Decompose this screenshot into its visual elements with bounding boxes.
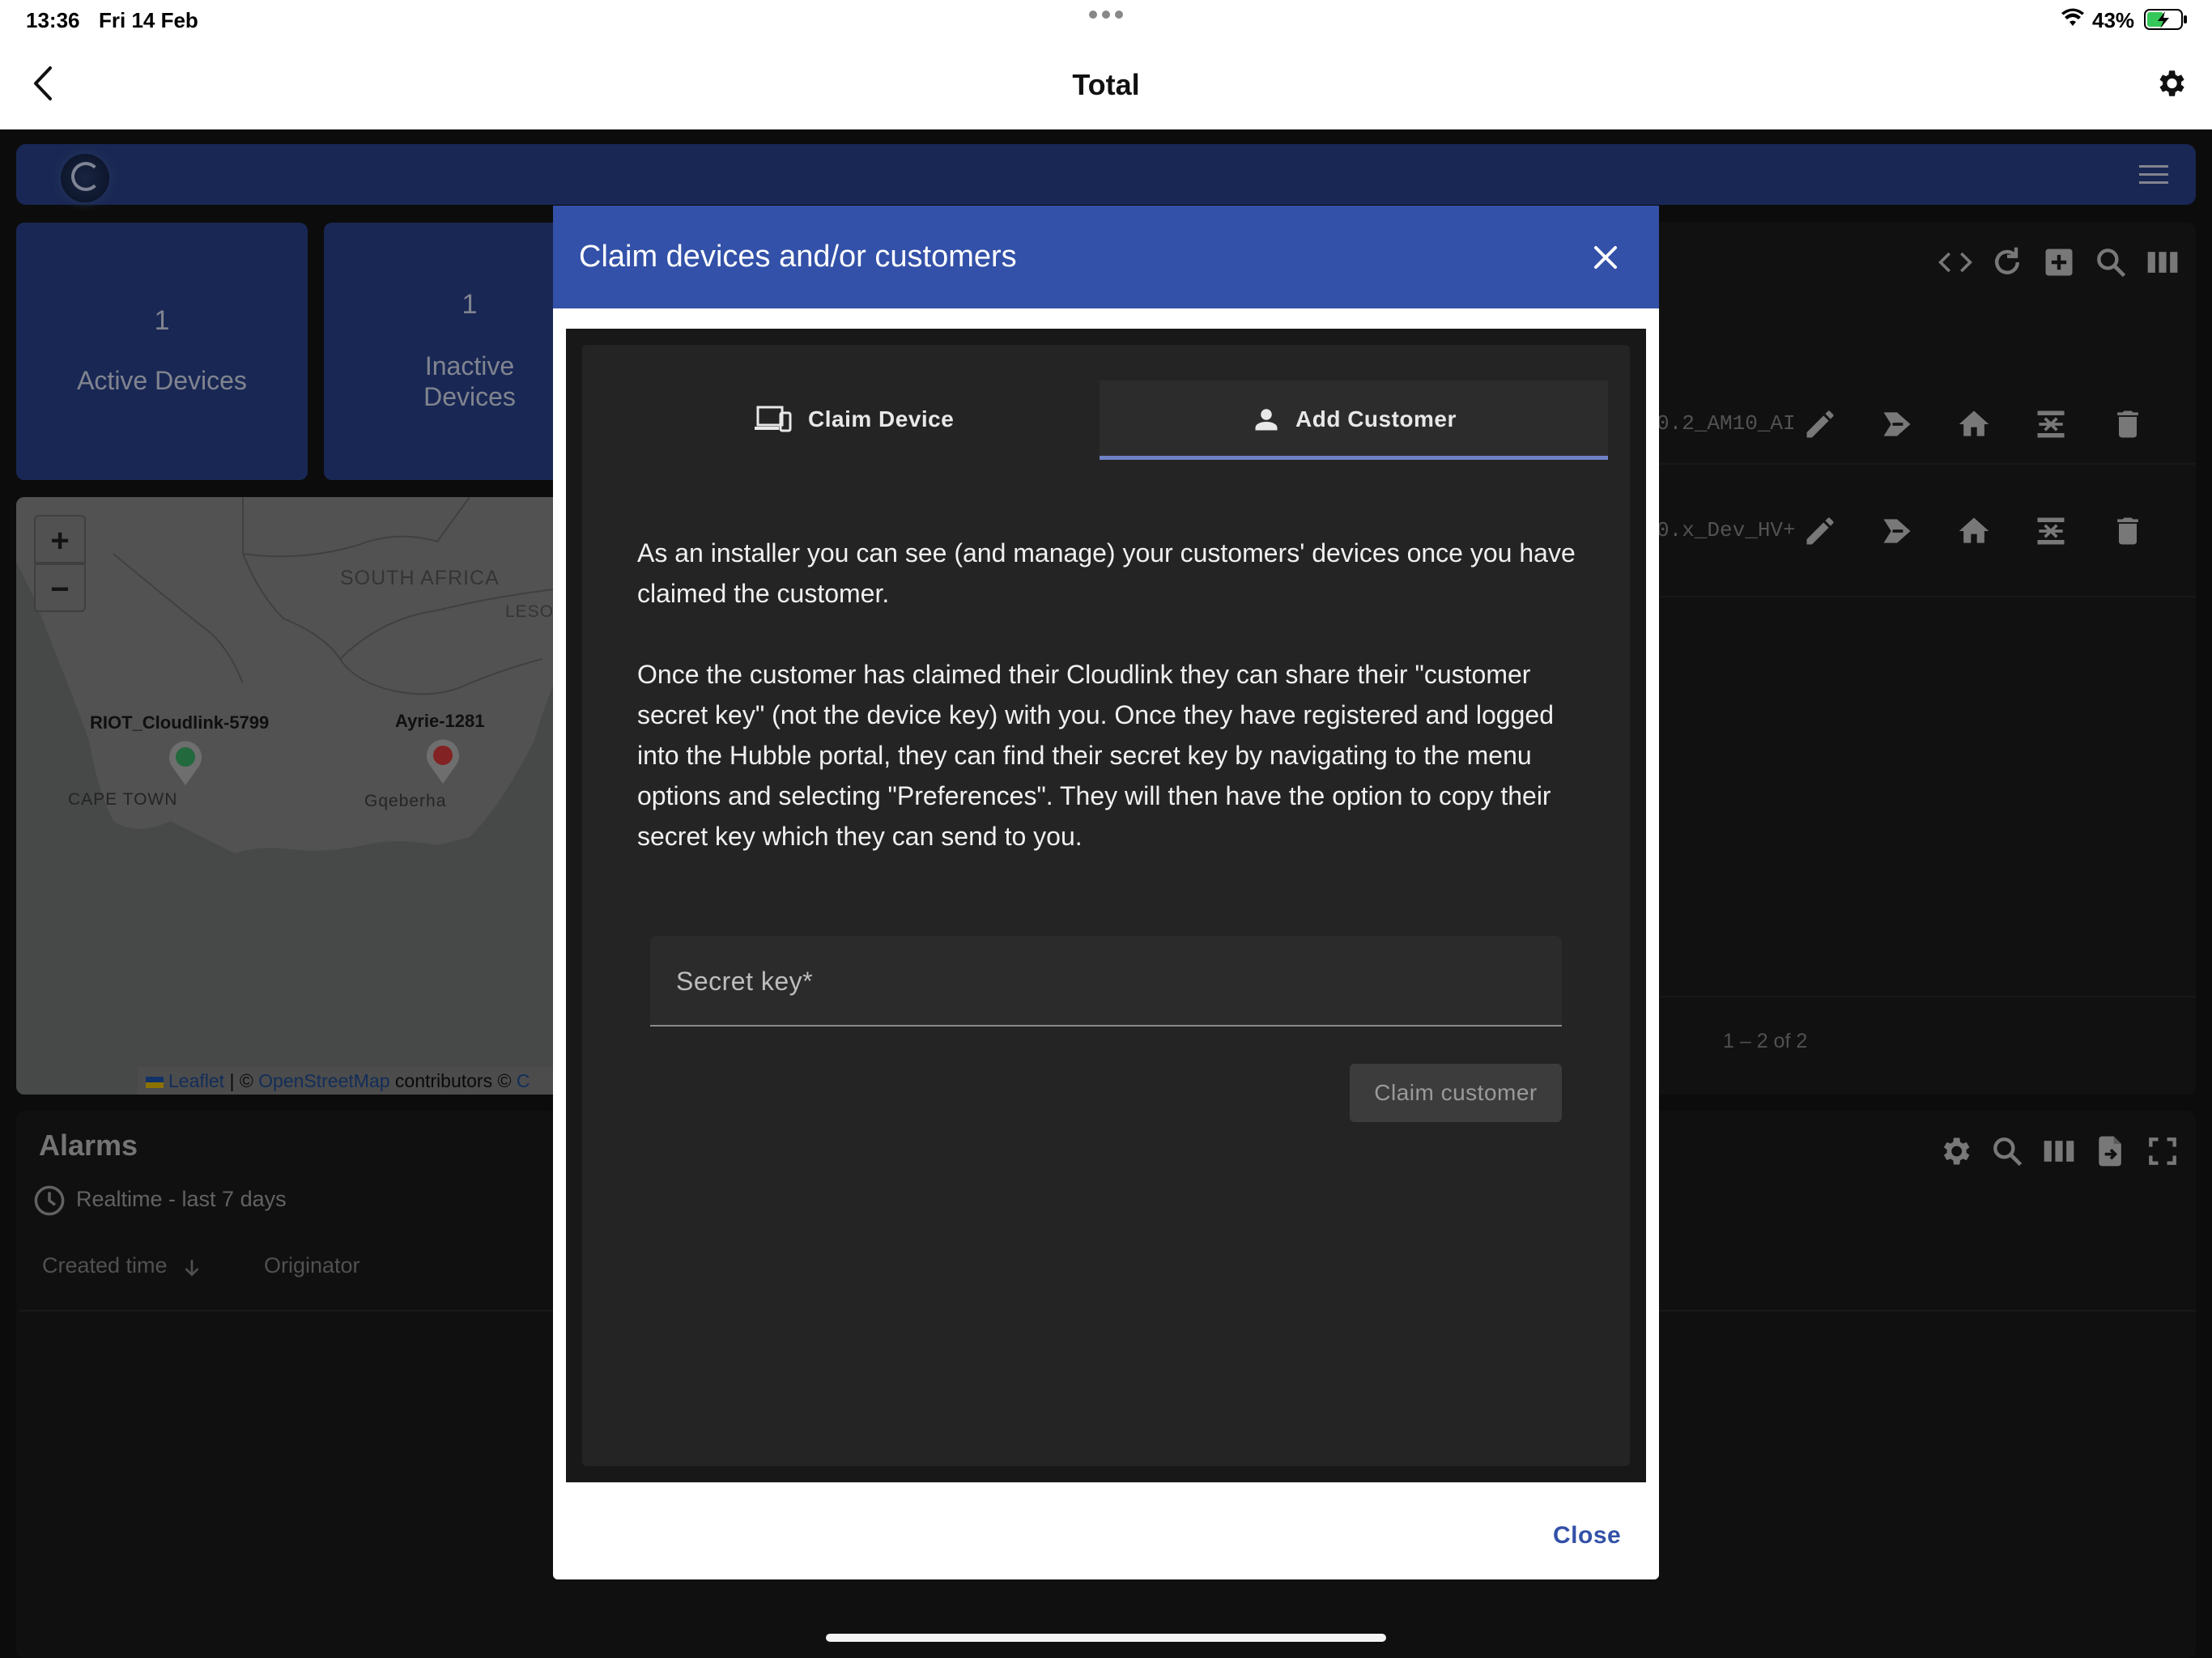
secret-key-label-text: Secret key [676, 967, 803, 996]
status-bar: 13:36 Fri 14 Feb 43% [0, 0, 2212, 39]
status-date: Fri 14 Feb [99, 8, 198, 32]
app-screen: 13:36 Fri 14 Feb 43% Total 1 Active Devi… [0, 0, 2212, 1658]
close-button[interactable]: Close [1553, 1522, 1621, 1550]
dialog-card [582, 345, 1630, 1466]
tab-add-customer-label: Add Customer [1295, 406, 1457, 432]
claim-customer-button[interactable]: Claim customer [1350, 1064, 1562, 1122]
page-title: Total [1072, 68, 1140, 101]
battery-charging-icon [2144, 8, 2189, 31]
instructions-paragraph: Once the customer has claimed their Clou… [637, 660, 1554, 851]
tab-claim-device-label: Claim Device [808, 406, 955, 432]
home-indicator[interactable] [826, 1634, 1386, 1642]
required-marker: * [802, 967, 814, 996]
tab-add-customer[interactable]: Add Customer [1100, 380, 1608, 460]
dialog-title: Claim devices and/or customers [579, 240, 1017, 274]
active-tab-indicator [1100, 456, 1608, 460]
devices-icon [753, 405, 792, 434]
status-time: 13:36 [26, 8, 80, 32]
multitask-dots-icon[interactable] [1088, 8, 1124, 21]
person-icon [1252, 405, 1281, 434]
tab-claim-device[interactable]: Claim Device [599, 380, 1100, 460]
intro-paragraph: As an installer you can see (and manage)… [637, 538, 1576, 608]
wifi-icon [2061, 8, 2085, 28]
secret-key-label: Secret key* [676, 967, 813, 997]
battery-percent: 43% [2092, 8, 2135, 32]
gear-icon[interactable] [2154, 66, 2188, 100]
close-icon[interactable] [1589, 241, 1622, 274]
